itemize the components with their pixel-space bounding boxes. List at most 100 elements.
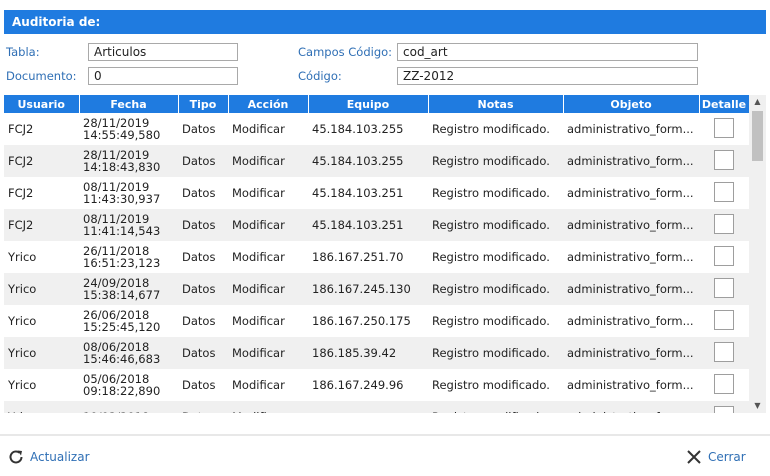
table-row[interactable]: FCJ2 08/11/2019 11:43:30,937 Datos Modificar… [4,177,749,209]
cell-accion: Modificar [228,209,308,241]
cell-detalle [699,145,749,177]
table-row[interactable]: Yrico 26/06/2018 15:25:45,120 Datos Modifica… [4,305,749,337]
cell-detalle [699,401,749,413]
cell-notas: Registro modificado. [428,145,563,177]
cell-accion: Modificar [228,305,308,337]
cell-usuario: Yrico [4,337,79,369]
documento-input[interactable] [88,67,238,85]
cell-tipo: Datos [178,209,228,241]
detalle-checkbox[interactable] [714,181,734,202]
cell-fecha: 26/06/2018 15:25:45,120 [79,305,178,337]
cerrar-button[interactable]: Cerrar [686,447,746,467]
table-row[interactable]: Yrico 24/09/2018 15:38:14,677 Datos Modifica… [4,273,749,305]
detalle-checkbox[interactable] [714,277,734,298]
cell-usuario: Yrico [4,241,79,273]
actualizar-button[interactable]: Actualizar [8,447,90,467]
cell-objeto: administrativo_form... [563,369,699,401]
cell-usuario: Yrico [4,305,79,337]
cell-notas: Registro modificado. [428,401,563,413]
cell-fecha: 19/02/2018 [79,401,178,413]
col-tipo-header[interactable]: Tipo [178,95,229,113]
col-notas-header[interactable]: Notas [428,95,564,113]
cell-fecha-time: 11:41:14,543 [83,224,161,238]
cell-accion: Modificar [228,145,308,177]
cell-accion: Modificar [228,177,308,209]
cell-fecha-time: 15:25:45,120 [83,320,161,334]
detalle-checkbox[interactable] [714,405,734,413]
cell-notas: Registro modificado. [428,273,563,305]
cell-accion: Modificar [228,113,308,145]
cell-detalle [699,369,749,401]
campos-codigo-input[interactable] [397,43,698,61]
table-row[interactable]: FCJ2 28/11/2019 14:55:49,580 Datos Modificar… [4,113,749,145]
audit-table: Usuario Fecha Tipo Acción Equipo Notas O… [4,95,766,413]
cell-equipo: 186.167.249.96 [308,369,428,401]
col-equipo-header[interactable]: Equipo [308,95,429,113]
detalle-checkbox[interactable] [714,213,734,234]
cell-equipo: 186.167.245.130 [308,273,428,305]
cerrar-label: Cerrar [708,450,746,464]
cell-equipo: 186.167.250.175 [308,305,428,337]
cell-notas: Registro modificado. [428,369,563,401]
col-detalle-header[interactable]: Detalle [699,95,750,113]
cell-fecha: 05/06/2018 09:18:22,890 [79,369,178,401]
detalle-checkbox[interactable] [714,309,734,330]
tabla-input[interactable] [88,43,238,61]
cell-objeto: administrativo_form... [563,113,699,145]
cell-notas: Registro modificado. [428,113,563,145]
cell-objeto: administrativo_form... [563,145,699,177]
cell-equipo: 186.167.251.70 [308,241,428,273]
cell-usuario: FCJ2 [4,145,79,177]
table-scrollbar[interactable]: ▲ ▼ [749,95,766,413]
table-row[interactable]: Yrico 26/11/2018 16:51:23,123 Datos Modifica… [4,241,749,273]
cell-fecha-time: 09:18:22,890 [83,384,161,398]
col-objeto-header[interactable]: Objeto [563,95,700,113]
cell-equipo: 45.184.103.251 [308,209,428,241]
detalle-checkbox[interactable] [714,149,734,170]
cell-notas: Registro modificado. [428,305,563,337]
cell-detalle [699,337,749,369]
cell-notas: Registro modificado. [428,337,563,369]
cell-fecha: 26/11/2018 16:51:23,123 [79,241,178,273]
cell-accion: Modificar [228,337,308,369]
cell-objeto: administrativo_form... [563,401,699,413]
scroll-down-arrow-icon[interactable]: ▼ [749,399,766,413]
cell-fecha-time: 14:55:49,580 [83,128,161,142]
cell-detalle [699,113,749,145]
scroll-thumb[interactable] [752,111,763,161]
cell-objeto: administrativo_form... [563,273,699,305]
cell-detalle [699,273,749,305]
cell-accion: Modificar [228,369,308,401]
table-row[interactable]: Yrico 05/06/2018 09:18:22,890 Datos Modifica… [4,369,749,401]
col-fecha-header[interactable]: Fecha [79,95,179,113]
cell-fecha: 28/11/2019 14:55:49,580 [79,113,178,145]
documento-label: Documento: [6,69,77,83]
table-row[interactable]: Yrico 08/06/2018 15:46:46,683 Datos Modifica… [4,337,749,369]
cell-objeto: administrativo_form... [563,305,699,337]
detalle-checkbox[interactable] [714,117,734,138]
table-row[interactable]: Yrico 19/02/2018 DatosModificar Registro mo… [4,401,749,413]
detalle-checkbox[interactable] [714,245,734,266]
cell-tipo: Datos [178,177,228,209]
cell-detalle [699,305,749,337]
footer-divider [0,434,770,436]
codigo-input[interactable] [397,67,698,85]
detalle-checkbox[interactable] [714,341,734,362]
cell-tipo: Datos [178,337,228,369]
cell-equipo: 45.184.103.251 [308,177,428,209]
table-row[interactable]: FCJ2 28/11/2019 14:18:43,830 Datos Modificar… [4,145,749,177]
cell-fecha-time: 11:43:30,937 [83,192,161,206]
cell-tipo: Datos [178,113,228,145]
cell-notas: Registro modificado. [428,177,563,209]
cell-fecha: 08/11/2019 11:41:14,543 [79,209,178,241]
col-accion-header[interactable]: Acción [228,95,309,113]
detalle-checkbox[interactable] [714,373,734,394]
cell-equipo: 186.185.39.42 [308,337,428,369]
cell-fecha-time: 15:38:14,677 [83,288,161,302]
cell-objeto: administrativo_form... [563,177,699,209]
cell-tipo: Datos [178,241,228,273]
col-usuario-header[interactable]: Usuario [4,95,80,113]
table-row[interactable]: FCJ2 08/11/2019 11:41:14,543 Datos Modificar… [4,209,749,241]
scroll-up-arrow-icon[interactable]: ▲ [749,95,766,109]
cell-notas: Registro modificado. [428,241,563,273]
